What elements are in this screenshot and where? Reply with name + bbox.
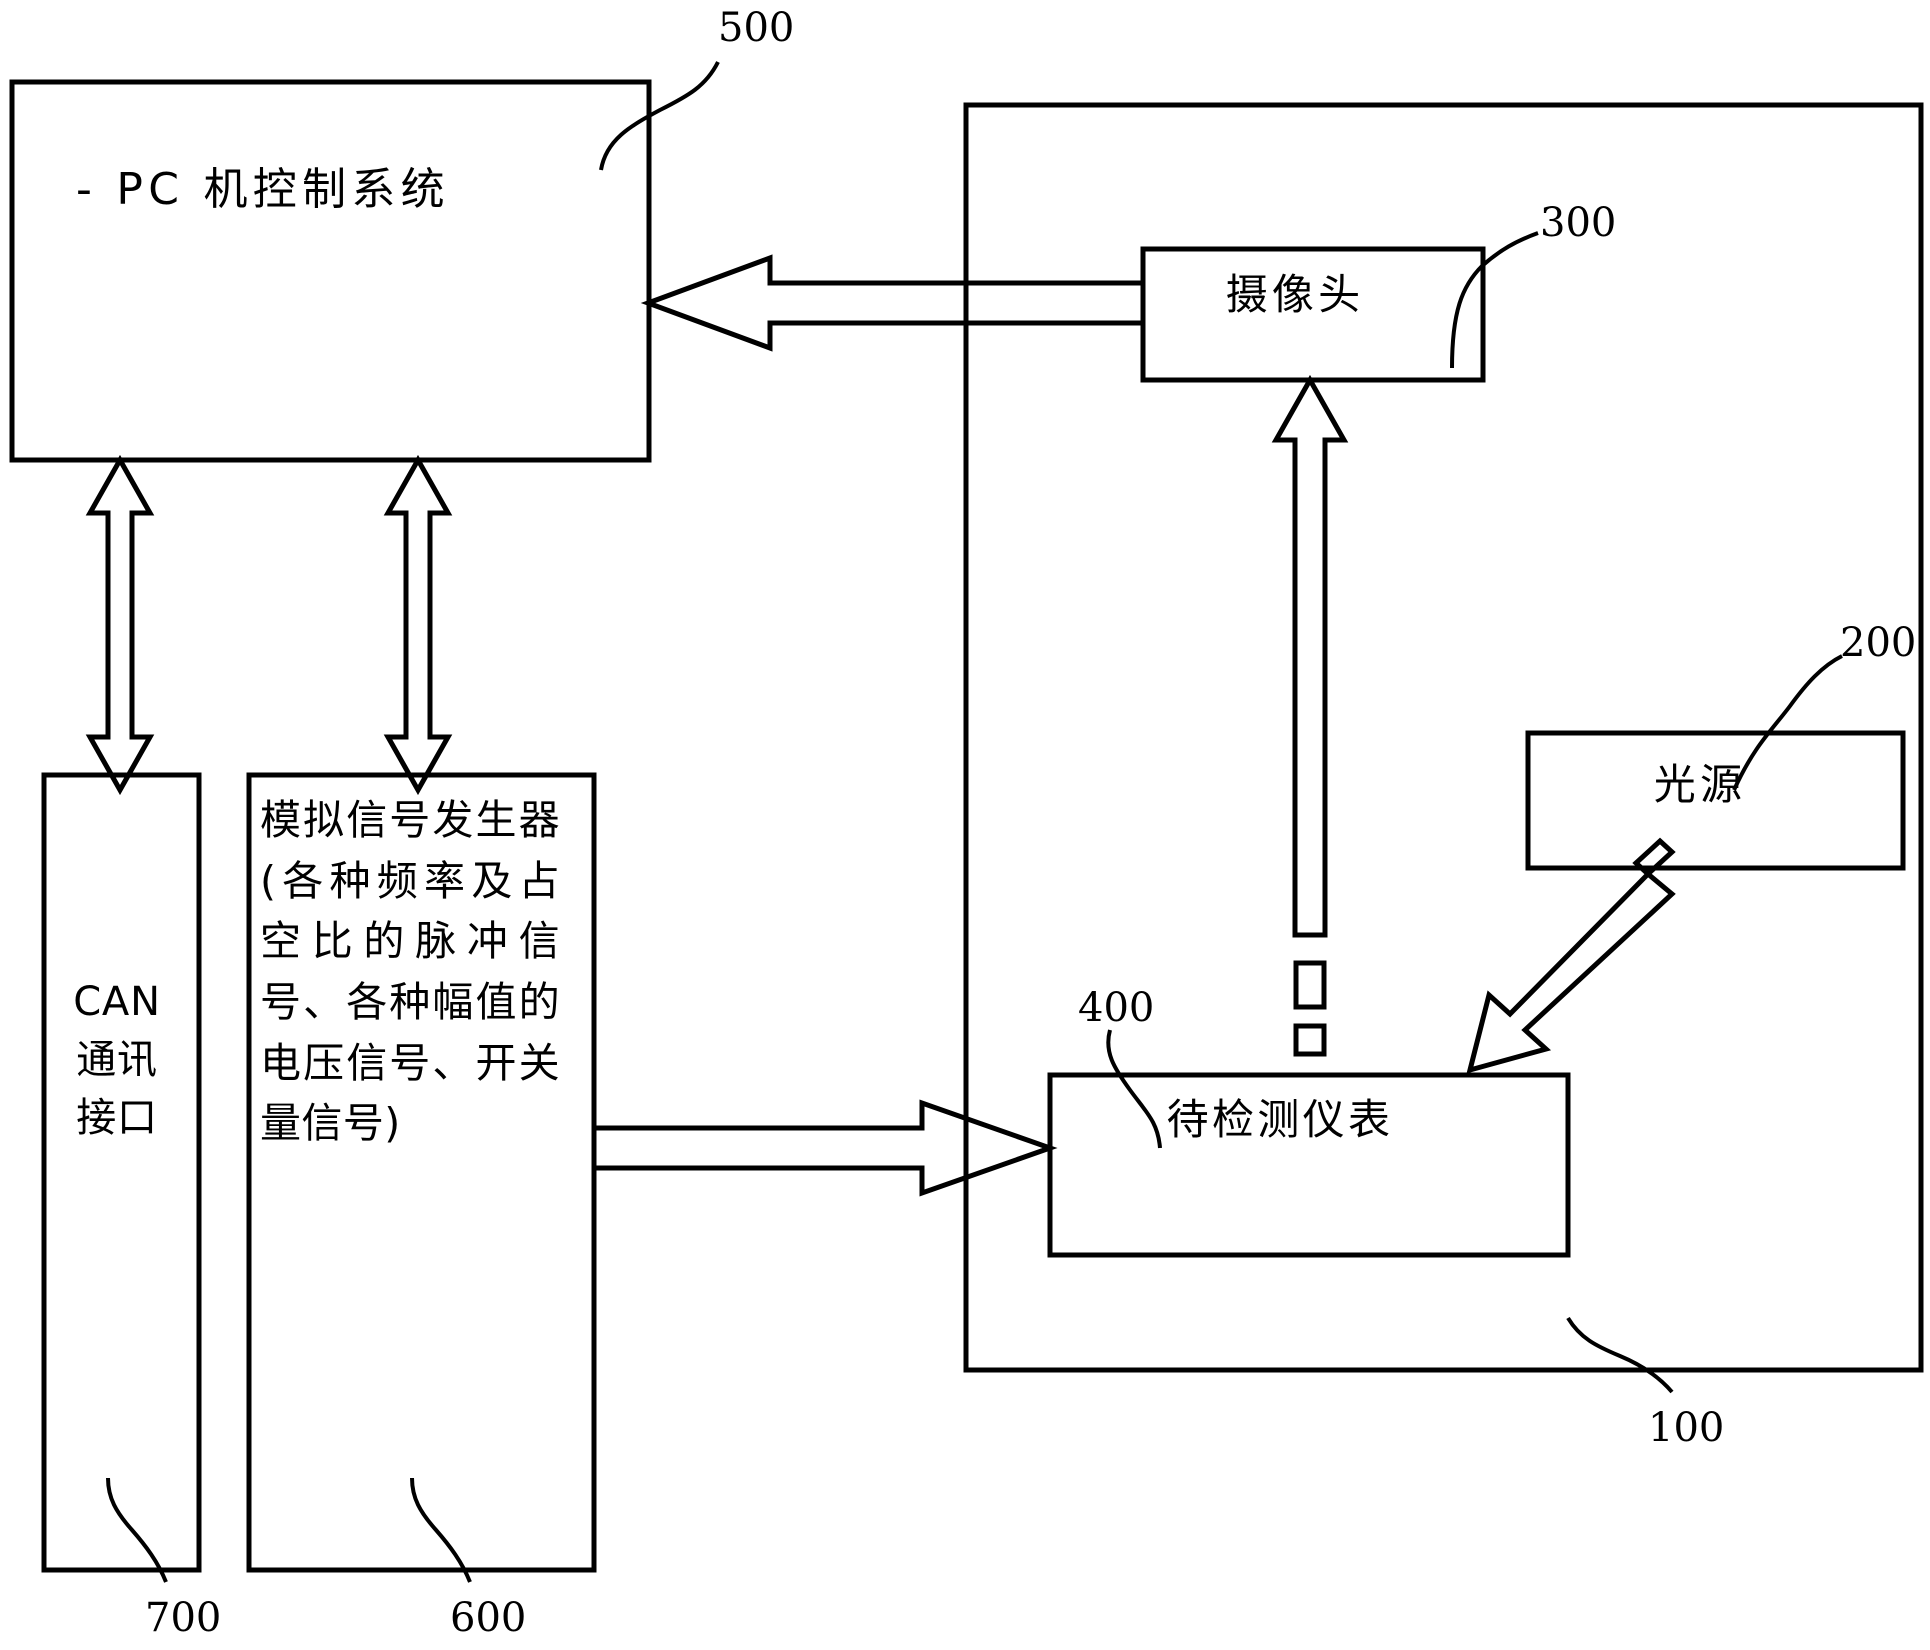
arrow-meter-to-camera (1271, 374, 1349, 938)
camera-box (1140, 246, 1486, 383)
arrow-dash-segment-2 (1293, 1023, 1327, 1057)
reference-numeral-600: 600 (450, 1595, 527, 1641)
arrow-pc-to-can (85, 454, 155, 796)
arrow-signal-generator-to-meter (591, 1099, 1058, 1197)
leader-500 (599, 61, 720, 171)
enclosure-box (963, 102, 1924, 1373)
leader-400 (1106, 1029, 1162, 1149)
arrow-pc-to-signal-generator (383, 454, 453, 796)
leader-200 (1732, 654, 1843, 791)
leader-300 (1450, 231, 1539, 369)
leader-600 (410, 1477, 472, 1583)
reference-numeral-300: 300 (1540, 200, 1617, 246)
arrow-dash-segment-1 (1293, 960, 1327, 1010)
diagram-lines (9, 61, 1924, 1583)
meter-under-test-box (1047, 1072, 1571, 1258)
figure-canvas: - PC 机控制系统 CAN 通讯 接口 模拟信号发生器(各种频率及占空比的脉冲… (0, 0, 1930, 1650)
arrow-light-source-to-meter (1466, 870, 1676, 1074)
reference-numeral-500: 500 (718, 5, 795, 51)
signal-generator-box (246, 772, 597, 1573)
reference-numeral-400: 400 (1078, 985, 1155, 1031)
reference-numeral-200: 200 (1840, 620, 1917, 666)
leader-700 (106, 1477, 168, 1583)
reference-numeral-100: 100 (1648, 1405, 1725, 1451)
reference-numeral-700: 700 (145, 1595, 222, 1641)
arrow-camera-to-pc (640, 254, 1146, 352)
pc-control-system-box (9, 79, 652, 463)
light-source-box (1525, 730, 1906, 871)
can-interface-box (41, 772, 202, 1573)
leader-100 (1566, 1316, 1674, 1394)
